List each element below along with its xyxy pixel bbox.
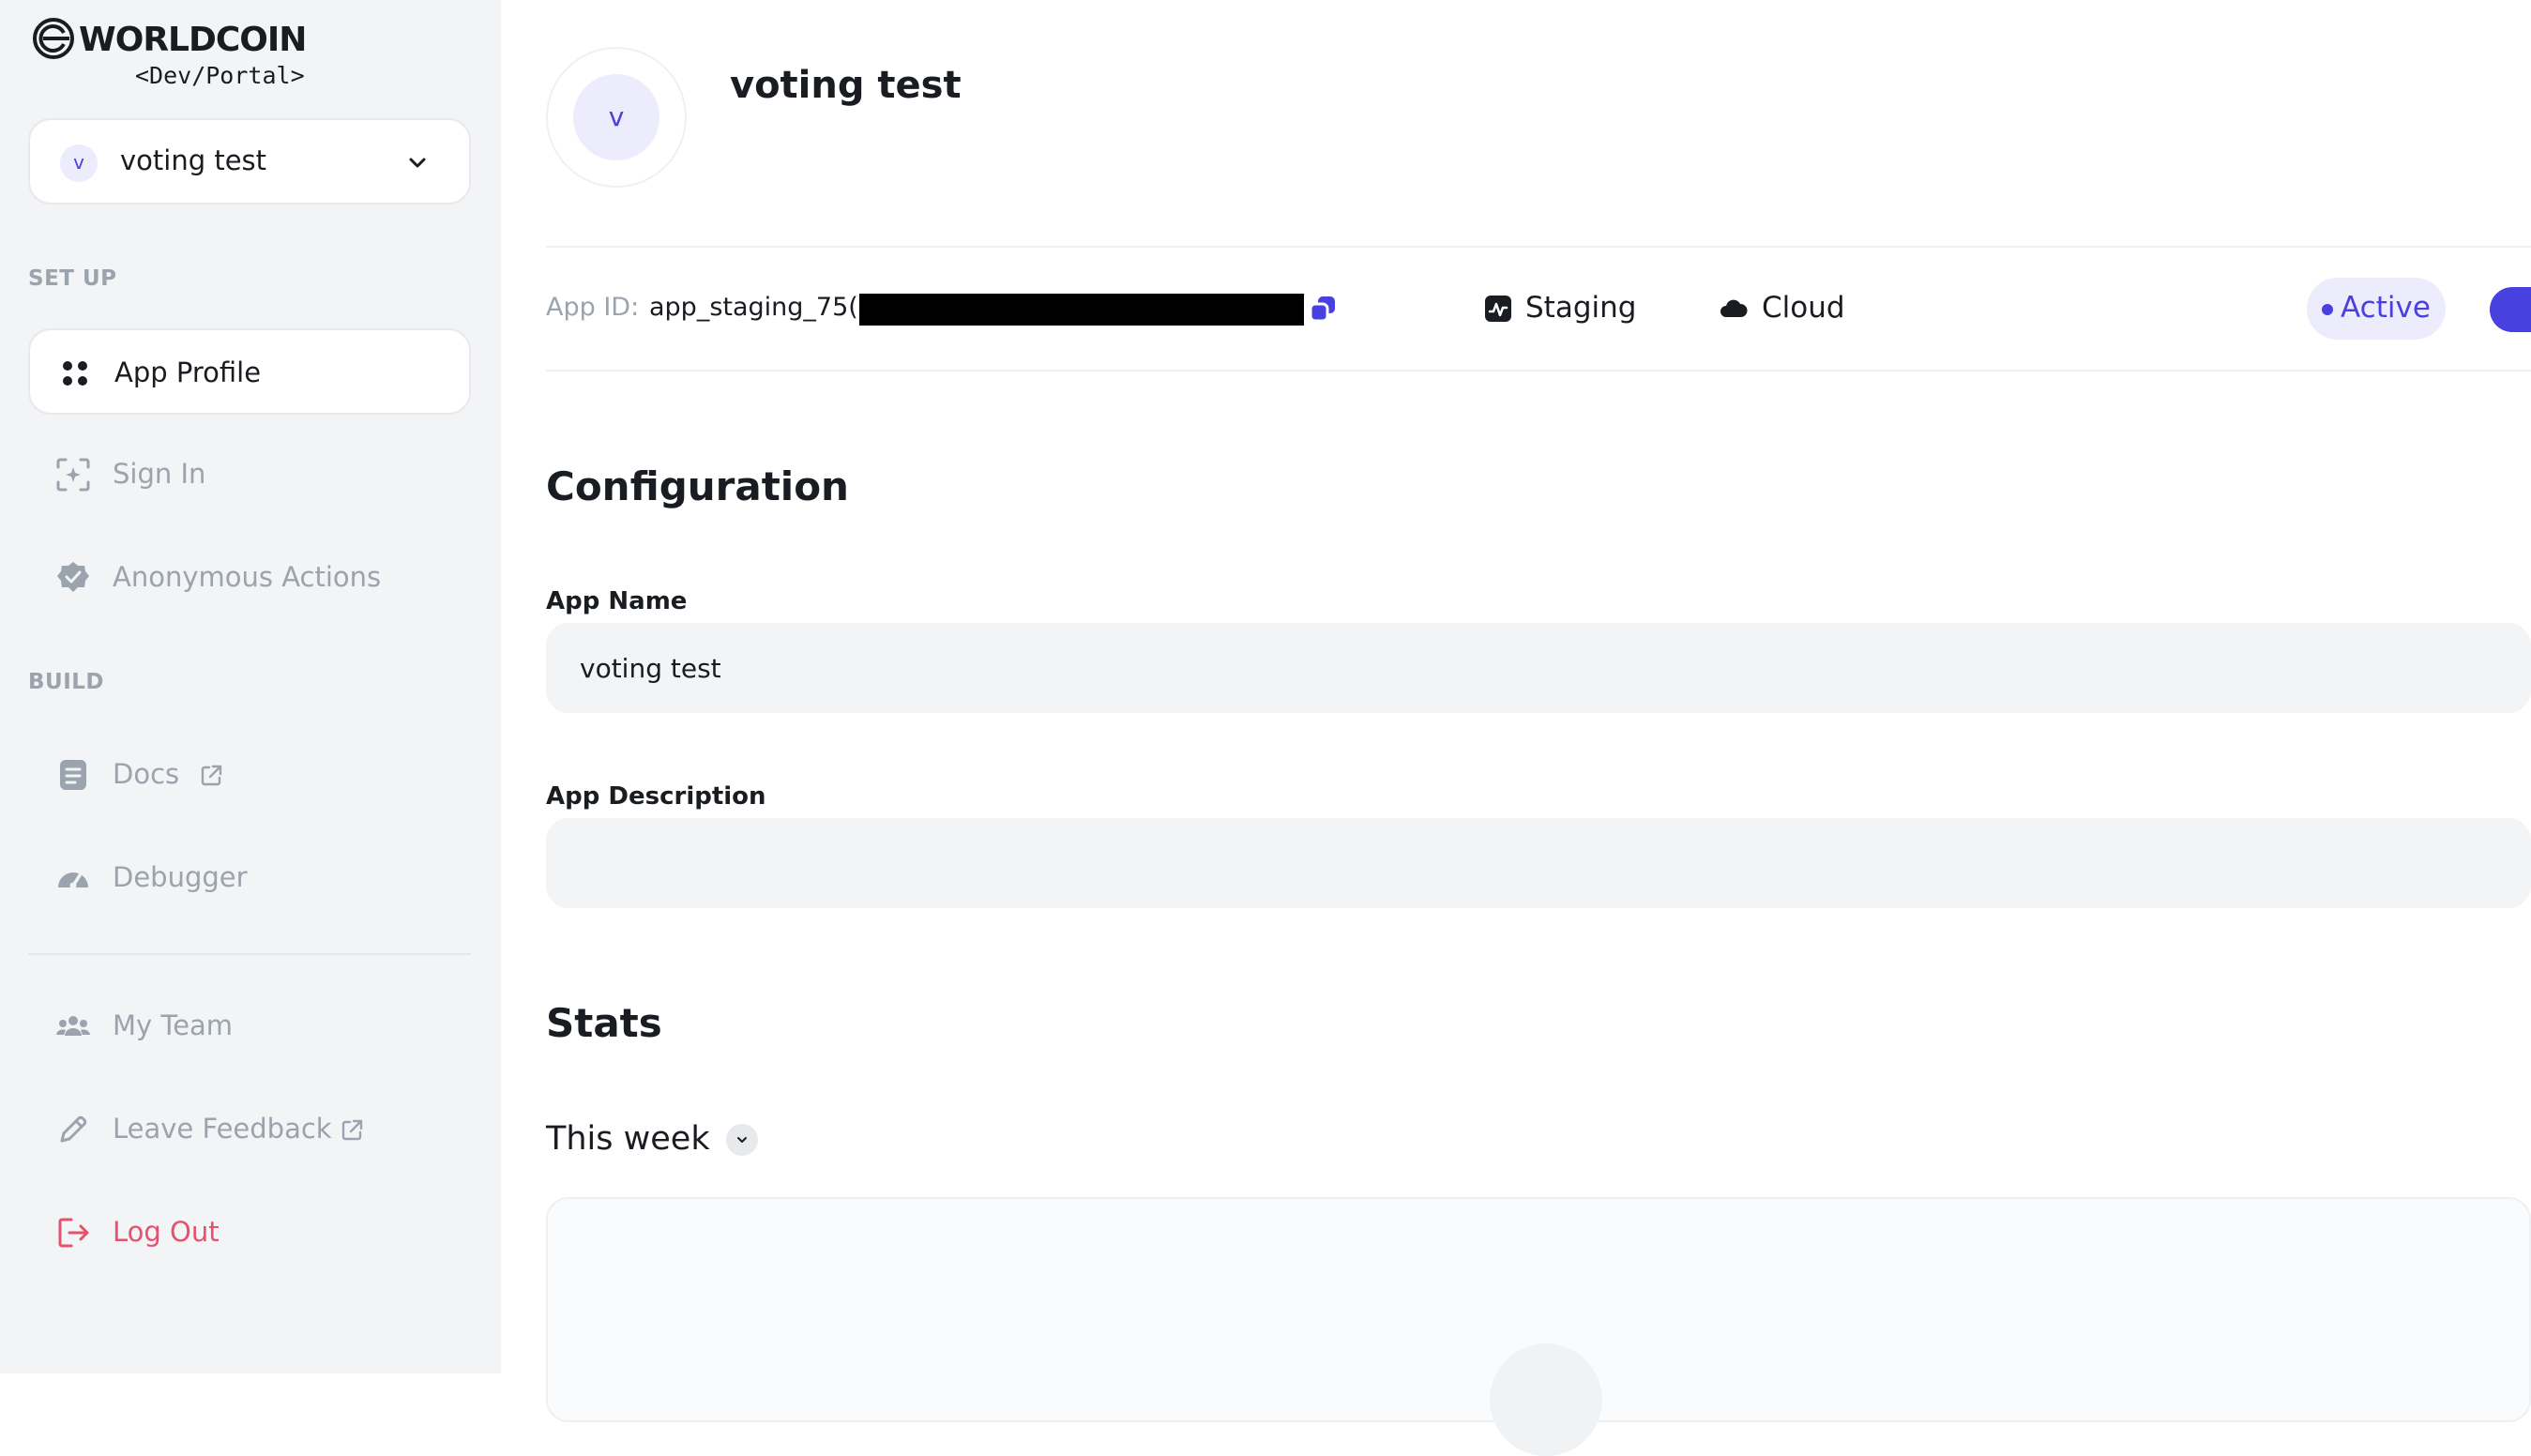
sidebar-item-leave-feedback[interactable]: Leave Feedback bbox=[28, 1086, 471, 1173]
cloud-icon bbox=[1720, 299, 1748, 317]
page-title: voting test bbox=[730, 64, 962, 107]
app-selector-name: voting test bbox=[120, 144, 267, 176]
sidebar-item-label: My Team bbox=[113, 1009, 234, 1041]
worldcoin-logo-icon bbox=[33, 18, 74, 59]
sidebar-item-sign-in[interactable]: Sign In bbox=[28, 432, 471, 518]
gauge-icon bbox=[58, 872, 88, 889]
app-avatar-large[interactable]: v bbox=[546, 47, 687, 188]
chevron-down-icon bbox=[409, 158, 426, 168]
app-id-label: App ID: bbox=[546, 293, 640, 322]
face-scan-icon bbox=[56, 458, 90, 492]
team-icon bbox=[56, 1016, 90, 1036]
copy-icon[interactable] bbox=[1308, 294, 1338, 326]
sidebar-item-my-team[interactable]: My Team bbox=[28, 983, 471, 1069]
status-badge: Active bbox=[2307, 278, 2446, 340]
section-title-setup: SET UP bbox=[28, 266, 117, 291]
worldcoin-logo[interactable]: WORLDCOIN <Dev/Portal> bbox=[32, 17, 313, 92]
sidebar: WORLDCOIN <Dev/Portal> v voting test SET… bbox=[0, 0, 501, 1373]
app-name-input[interactable] bbox=[546, 623, 2531, 713]
external-link-icon bbox=[201, 765, 222, 786]
document-icon bbox=[60, 760, 86, 790]
stats-heading: Stats bbox=[546, 1000, 662, 1046]
sidebar-item-docs[interactable]: Docs bbox=[28, 732, 471, 818]
sidebar-item-anonymous-actions[interactable]: Anonymous Actions bbox=[28, 535, 471, 621]
app-name-label: App Name bbox=[546, 587, 688, 615]
sidebar-item-label: Debugger bbox=[113, 861, 248, 893]
app-description-input[interactable] bbox=[546, 818, 2531, 908]
staging-icon bbox=[1485, 296, 1511, 322]
divider bbox=[546, 370, 2531, 372]
active-toggle[interactable] bbox=[2490, 287, 2531, 332]
grid-dots-icon bbox=[63, 361, 87, 386]
sidebar-item-label: App Profile bbox=[114, 356, 262, 388]
brand-wordmark: WORLDCOIN bbox=[79, 21, 307, 59]
external-link-icon bbox=[341, 1119, 363, 1141]
status-text: Active bbox=[2341, 291, 2431, 325]
period-selector-label[interactable]: This week bbox=[546, 1120, 710, 1158]
main-content: v voting test App ID: app_staging_75( St… bbox=[501, 0, 2531, 1456]
chevron-down-icon[interactable] bbox=[726, 1124, 758, 1156]
brand-subtitle: <Dev/Portal> bbox=[135, 62, 305, 89]
divider bbox=[546, 246, 2531, 248]
section-title-build: BUILD bbox=[28, 670, 105, 694]
app-avatar: v bbox=[60, 144, 98, 182]
environment-label: Staging bbox=[1525, 291, 1637, 325]
engine-label: Cloud bbox=[1762, 291, 1845, 325]
badge-check-icon bbox=[57, 562, 89, 592]
sidebar-item-label: Log Out bbox=[113, 1216, 220, 1248]
sidebar-divider bbox=[28, 953, 471, 955]
sidebar-item-label: Docs bbox=[113, 758, 180, 790]
pencil-icon bbox=[60, 1115, 87, 1143]
status-dot bbox=[2322, 304, 2333, 315]
redaction-bar bbox=[859, 294, 1304, 326]
app-description-label: App Description bbox=[546, 782, 766, 811]
sidebar-item-label: Sign In bbox=[113, 458, 206, 490]
stats-placeholder bbox=[1490, 1343, 1602, 1456]
app-avatar-letter: v bbox=[573, 74, 659, 160]
app-selector[interactable]: v voting test bbox=[28, 118, 471, 205]
app-id-value: app_staging_75( bbox=[649, 293, 858, 322]
sidebar-item-app-profile[interactable]: App Profile bbox=[28, 328, 471, 415]
sidebar-item-label: Anonymous Actions bbox=[113, 561, 382, 593]
sidebar-item-log-out[interactable]: Log Out bbox=[28, 1190, 471, 1276]
logout-icon bbox=[58, 1218, 89, 1248]
sidebar-item-debugger[interactable]: Debugger bbox=[28, 835, 471, 921]
stats-chart-panel bbox=[546, 1197, 2531, 1456]
app-info-row: App ID: app_staging_75( Staging Cloud Ac… bbox=[546, 278, 2531, 343]
configuration-heading: Configuration bbox=[546, 463, 849, 509]
sidebar-item-label: Leave Feedback bbox=[113, 1113, 332, 1145]
